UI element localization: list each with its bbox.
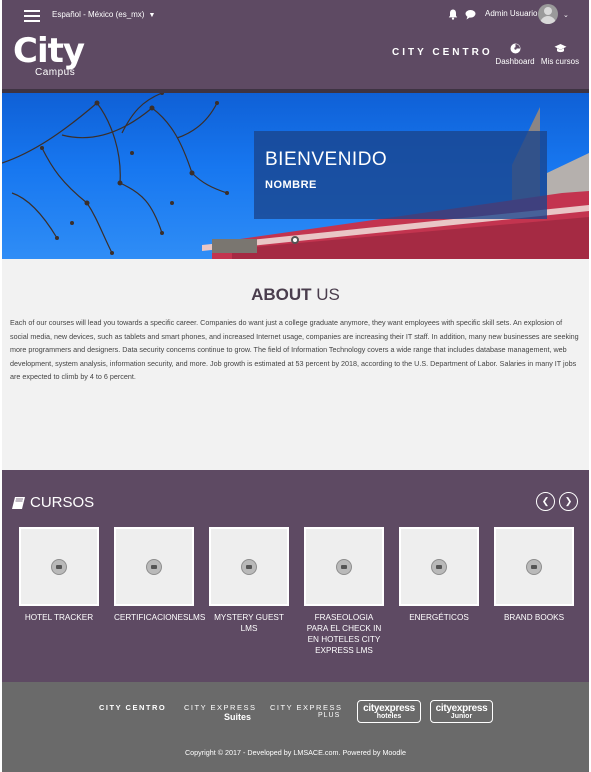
- course-title[interactable]: BRAND BOOKS: [494, 612, 574, 623]
- course-card[interactable]: MYSTERY GUEST LMS: [209, 527, 289, 634]
- menu-icon[interactable]: [24, 10, 40, 22]
- brand-city-express-junior[interactable]: cityexpress Junior: [430, 700, 493, 723]
- chevron-down-icon[interactable]: ⌄: [563, 11, 569, 19]
- courses-title-text: CURSOS: [30, 494, 95, 511]
- welcome-subtitle: NOMBRE: [265, 179, 317, 191]
- course-card[interactable]: ENERGÉTICOS: [399, 527, 479, 623]
- brand-city-express-plus[interactable]: CITY EXPRESS PLUS: [270, 703, 343, 719]
- copyright-text: Copyright © 2017 - Developed by LMSACE.c…: [184, 748, 407, 757]
- brand-plus-sub: PLUS: [318, 712, 341, 719]
- course-card[interactable]: CERTIFICACIONESLMS: [114, 527, 205, 623]
- about-section: ABOUT US Each of our courses will lead y…: [2, 259, 589, 470]
- city-centro-brand: CITY CENTRO: [392, 47, 493, 58]
- brand-city-express-hoteles[interactable]: cityexpress hoteles: [357, 700, 421, 723]
- page-frame: Español - México (es_mx) ▼ Admin Usuario …: [2, 0, 589, 772]
- brand-hoteles-sub: hoteles: [376, 713, 402, 720]
- language-selector[interactable]: Español - México (es_mx) ▼: [52, 10, 155, 19]
- camera-icon: [146, 559, 162, 575]
- brand-plus-top: CITY EXPRESS: [270, 703, 343, 712]
- course-thumbnail[interactable]: [209, 527, 289, 606]
- course-card[interactable]: BRAND BOOKS: [494, 527, 574, 623]
- nav-mis-cursos-label: Mis cursos: [540, 57, 580, 66]
- welcome-title: BIENVENIDO: [265, 149, 388, 170]
- nav-dashboard-label: Dashboard: [495, 57, 535, 66]
- course-thumbnail[interactable]: [19, 527, 99, 606]
- camera-icon: [51, 559, 67, 575]
- course-thumbnail[interactable]: [304, 527, 384, 606]
- brand-suites-sub: Suites: [224, 712, 252, 722]
- about-title-bold: ABOUT: [251, 285, 312, 304]
- dashboard-icon: [510, 43, 520, 54]
- brand-suites-top: CITY EXPRESS: [184, 703, 257, 712]
- site-logo[interactable]: City Campus: [13, 31, 91, 81]
- courses-title: CURSOS: [11, 494, 94, 511]
- graduation-cap-icon: [554, 44, 566, 53]
- camera-icon: [431, 559, 447, 575]
- avatar[interactable]: [538, 4, 558, 24]
- chat-icon[interactable]: [465, 9, 476, 20]
- course-card[interactable]: HOTEL TRACKER: [19, 527, 99, 623]
- brand-city-centro[interactable]: CITY CENTRO: [99, 703, 166, 712]
- logo-campus-text: Campus: [35, 67, 76, 78]
- hero-banner: BIENVENIDO NOMBRE: [2, 93, 589, 259]
- course-thumbnail[interactable]: [114, 527, 194, 606]
- about-title-rest: US: [311, 285, 340, 304]
- nav-dashboard[interactable]: Dashboard: [495, 43, 535, 66]
- book-icon: [12, 497, 25, 510]
- header: City Campus CITY CENTRO Dashboard Mis cu…: [2, 30, 589, 90]
- logo-city-text: City: [13, 31, 85, 71]
- course-thumbnail[interactable]: [494, 527, 574, 606]
- brand-city-express-suites[interactable]: CITY EXPRESS Suites: [184, 703, 257, 722]
- camera-icon: [336, 559, 352, 575]
- nav-mis-cursos[interactable]: Mis cursos: [540, 43, 580, 66]
- camera-icon: [241, 559, 257, 575]
- about-text: Each of our courses will lead you toward…: [10, 318, 579, 381]
- courses-section: CURSOS ❮ ❯ HOTEL TRACKER CERTIFICACIONES…: [2, 470, 589, 682]
- camera-icon: [526, 559, 542, 575]
- brand-junior-sub: Junior: [450, 713, 473, 720]
- bell-icon[interactable]: [448, 9, 458, 20]
- caret-down-icon: ▼: [148, 12, 156, 19]
- carousel-next-button[interactable]: ❯: [559, 492, 578, 511]
- course-title[interactable]: HOTEL TRACKER: [19, 612, 99, 623]
- course-card[interactable]: FRASEOLOGIA PARA EL CHECK IN EN HOTELES …: [304, 527, 384, 656]
- footer: CITY CENTRO CITY EXPRESS Suites CITY EXP…: [2, 682, 589, 772]
- course-title[interactable]: ENERGÉTICOS: [399, 612, 479, 623]
- top-bar: Español - México (es_mx) ▼ Admin Usuario …: [2, 0, 589, 30]
- course-title[interactable]: FRASEOLOGIA PARA EL CHECK IN EN HOTELES …: [304, 612, 384, 656]
- course-title[interactable]: MYSTERY GUEST LMS: [209, 612, 289, 634]
- carousel-prev-button[interactable]: ❮: [536, 492, 555, 511]
- course-title[interactable]: CERTIFICACIONESLMS: [114, 612, 205, 623]
- welcome-panel: BIENVENIDO NOMBRE: [254, 131, 547, 219]
- carousel-indicator[interactable]: [291, 236, 299, 244]
- user-name[interactable]: Admin Usuario: [485, 9, 537, 18]
- about-title: ABOUT US: [2, 285, 589, 305]
- language-label: Español - México (es_mx): [52, 10, 145, 19]
- course-thumbnail[interactable]: [399, 527, 479, 606]
